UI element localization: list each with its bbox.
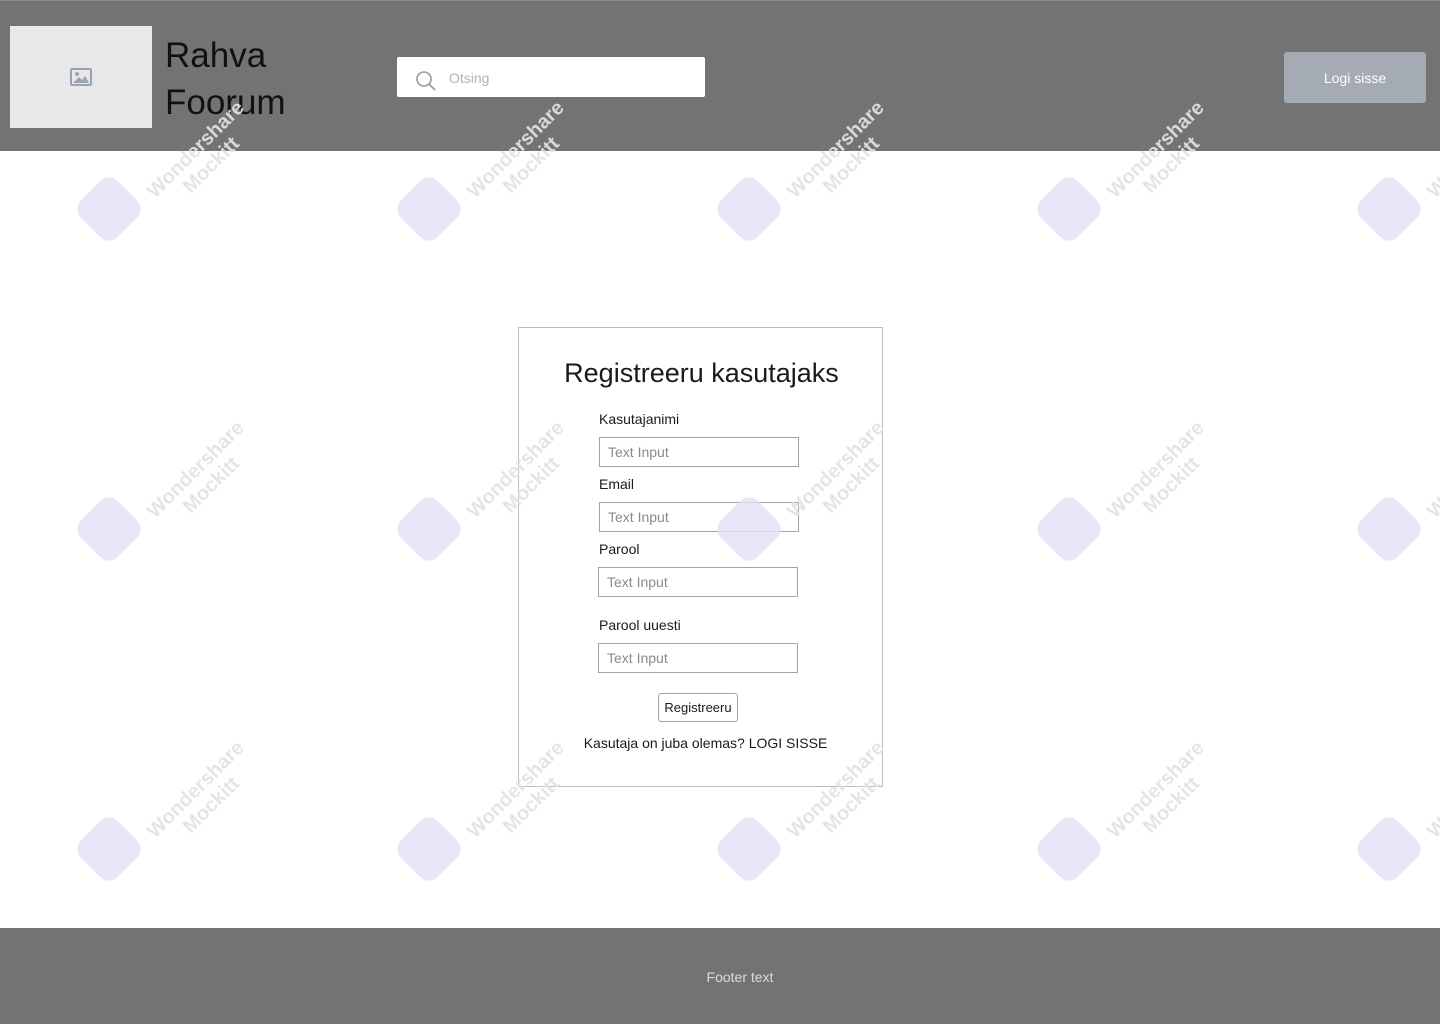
watermark-logo — [1032, 812, 1106, 886]
site-title-line1: Rahva — [165, 36, 267, 75]
footer-text: Footer text — [706, 969, 774, 985]
password-label: Parool — [599, 541, 640, 557]
login-hint: Kasutaja on juba olemas? LOGI SISSE — [519, 735, 892, 751]
image-placeholder-icon — [70, 68, 92, 86]
form-title: Registreeru kasutajaks — [564, 358, 839, 388]
watermark-logo — [1352, 812, 1426, 886]
search-box[interactable] — [397, 57, 705, 99]
username-label: Kasutajanimi — [599, 411, 680, 427]
watermark-text: WondershareMockitt — [142, 416, 249, 523]
watermark-logo — [1032, 172, 1106, 246]
watermark-logo — [392, 172, 466, 246]
watermark-text: WondershareMockitt — [1422, 416, 1440, 523]
watermark-logo — [392, 812, 466, 886]
registration-form: Registreeru kasutajaks Kasutajanimi Emai… — [518, 327, 883, 787]
password-repeat-label: Parool uuesti — [599, 617, 681, 633]
login-link[interactable]: LOGI SISSE — [749, 735, 828, 751]
email-label: Email — [599, 476, 635, 492]
watermark-logo — [712, 812, 786, 886]
site-title: Rahva Foorum — [165, 32, 286, 126]
register-button[interactable]: Registreeru — [658, 693, 738, 722]
header: Rahva Foorum Logi sisse — [0, 0, 1440, 151]
username-input[interactable] — [599, 437, 799, 467]
watermark-logo — [72, 812, 146, 886]
search-icon — [416, 71, 436, 91]
watermark-logo — [1032, 492, 1106, 566]
search-input[interactable] — [447, 57, 691, 99]
footer: Footer text — [0, 928, 1440, 1024]
watermark-logo — [712, 172, 786, 246]
email-input[interactable] — [599, 502, 799, 532]
watermark-logo — [72, 172, 146, 246]
watermark-text: WondershareMockitt — [1422, 736, 1440, 843]
watermark-text: WondershareMockitt — [142, 736, 249, 843]
watermark-logo — [72, 492, 146, 566]
password-repeat-input[interactable] — [598, 643, 798, 673]
login-button[interactable]: Logi sisse — [1284, 52, 1426, 103]
watermark-text: WondershareMockitt — [1102, 416, 1209, 523]
login-hint-text: Kasutaja on juba olemas? — [583, 735, 745, 751]
logo-placeholder — [10, 26, 152, 128]
site-title-line2: Foorum — [165, 83, 286, 122]
watermark-logo — [392, 492, 466, 566]
watermark-logo — [1352, 492, 1426, 566]
watermark-text: WondershareMockitt — [1102, 736, 1209, 843]
password-input[interactable] — [598, 567, 798, 597]
watermark-logo — [1352, 172, 1426, 246]
